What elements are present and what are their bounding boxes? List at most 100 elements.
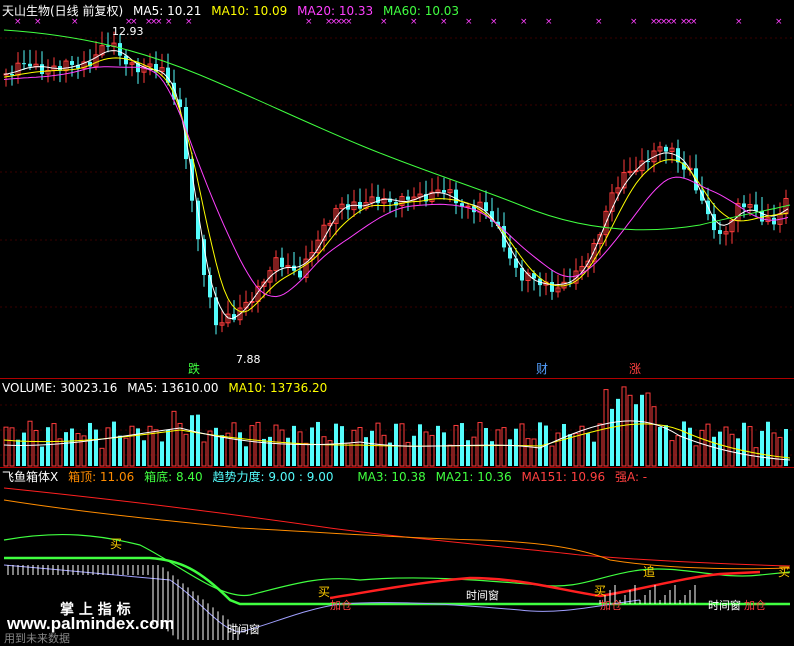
x-marker: × <box>545 17 553 27</box>
candle-body <box>550 282 554 292</box>
volume-bar <box>123 437 129 467</box>
volume-bar <box>447 444 453 467</box>
x-marker: × <box>165 17 173 27</box>
volume-bar <box>249 425 255 467</box>
volume-bar <box>40 446 44 466</box>
volume-bar <box>321 436 327 467</box>
signal-buy-4: 买 <box>778 565 791 579</box>
volume-bar <box>9 427 15 467</box>
volume-bar <box>555 432 561 467</box>
volume-bar <box>729 433 735 467</box>
candle-body <box>292 265 296 271</box>
volume-bar <box>129 425 135 467</box>
watermark-sub: 用到未来数据 <box>4 632 70 645</box>
volume-bar <box>57 438 63 467</box>
x-marker: × <box>34 17 42 27</box>
volume-bar <box>75 433 81 467</box>
volume-bar <box>238 432 242 466</box>
volume-bar <box>621 386 627 467</box>
volume-bar <box>640 394 644 466</box>
candle-body <box>280 257 284 268</box>
volume-bar <box>255 421 261 467</box>
volume-readout: VOLUME: 30023.16 <box>2 381 118 395</box>
volume-bar <box>562 423 566 466</box>
candle-body <box>70 61 74 65</box>
panel-divider-2 <box>0 467 794 468</box>
volume-bar <box>22 432 26 466</box>
event-cai: 财 <box>536 362 549 376</box>
volume-bar <box>531 438 537 467</box>
candle-body <box>454 189 458 204</box>
volume-bar <box>351 429 357 467</box>
volume-bar <box>664 425 668 466</box>
volume-bar <box>370 430 374 466</box>
volume-bar <box>357 427 363 467</box>
candle-body <box>772 217 776 225</box>
stock-title: 天山生物(日线 前复权) <box>2 4 124 18</box>
ma3-readout: MA3: 10.38 <box>357 470 426 484</box>
volume-bar <box>712 436 716 466</box>
volume-bar <box>273 424 279 467</box>
x-marker: × <box>465 17 473 27</box>
signal-window-2: 时间窗 <box>466 589 499 602</box>
volume-bar <box>573 432 579 467</box>
volume-bar <box>244 446 248 466</box>
volume-bar <box>736 438 740 466</box>
ma151-line <box>3 487 791 567</box>
strong-readout: 强A: - <box>614 470 648 484</box>
volume-bar <box>412 435 416 466</box>
volume-bar <box>549 445 555 467</box>
volume-bar <box>777 436 783 467</box>
x-marker: × <box>735 17 743 27</box>
volume-ma10-readout: MA10: 13736.20 <box>228 381 328 395</box>
volume-bar <box>579 425 585 467</box>
price-header: 天山生物(日线 前复权) MA5: 10.21 MA10: 10.09 MA20… <box>2 4 465 18</box>
volume-bar <box>568 434 572 466</box>
volume-bar <box>16 439 20 466</box>
ma20-line <box>3 66 789 298</box>
volume-bar <box>381 434 387 467</box>
ma21-readout: MA21: 10.36 <box>435 470 512 484</box>
volume-bar <box>3 426 9 467</box>
candle-body <box>664 146 668 152</box>
volume-bar <box>70 428 74 466</box>
volume-bar <box>651 406 657 467</box>
ma151-readout: MA151: 10.96 <box>521 470 606 484</box>
volume-bar <box>364 437 368 466</box>
candlesticks <box>3 31 789 335</box>
ma10-readout: MA10: 10.09 <box>211 4 288 18</box>
volume-bar <box>423 431 429 467</box>
volume-bar <box>27 420 33 467</box>
volume-bar <box>418 424 422 466</box>
box-top-readout: 箱顶: 11.06 <box>68 470 135 484</box>
volume-bar <box>190 415 194 466</box>
candle-body <box>40 64 44 75</box>
signal-add-1: 加仓 <box>330 599 352 612</box>
event-die: 跌 <box>188 362 201 376</box>
volume-bar <box>160 441 164 466</box>
panel-divider-1 <box>0 378 794 379</box>
volume-bar <box>196 414 200 466</box>
volume-bar <box>310 427 314 466</box>
event-zhang: 涨 <box>629 362 642 376</box>
signal-window-3: 时间窗 <box>708 599 741 612</box>
volume-bar <box>658 427 662 466</box>
signal-buy-3: 买 <box>594 584 607 598</box>
candle-body <box>508 247 512 259</box>
candle-body <box>742 203 746 208</box>
x-marker: × <box>380 17 388 27</box>
volume-bar <box>693 445 699 467</box>
candle-body <box>465 205 471 208</box>
x-marker: × <box>520 17 528 27</box>
candle-body <box>406 196 410 200</box>
volume-bar <box>231 422 237 467</box>
ma5-line <box>3 50 789 320</box>
volume-bar <box>760 430 764 466</box>
x-marker: × <box>345 17 353 27</box>
volume-bar <box>220 435 224 466</box>
candle-body <box>28 63 32 67</box>
volume-bar <box>207 430 213 467</box>
volume-bar <box>538 422 542 466</box>
price-ma-lines <box>3 29 791 320</box>
volume-bar <box>784 429 788 466</box>
